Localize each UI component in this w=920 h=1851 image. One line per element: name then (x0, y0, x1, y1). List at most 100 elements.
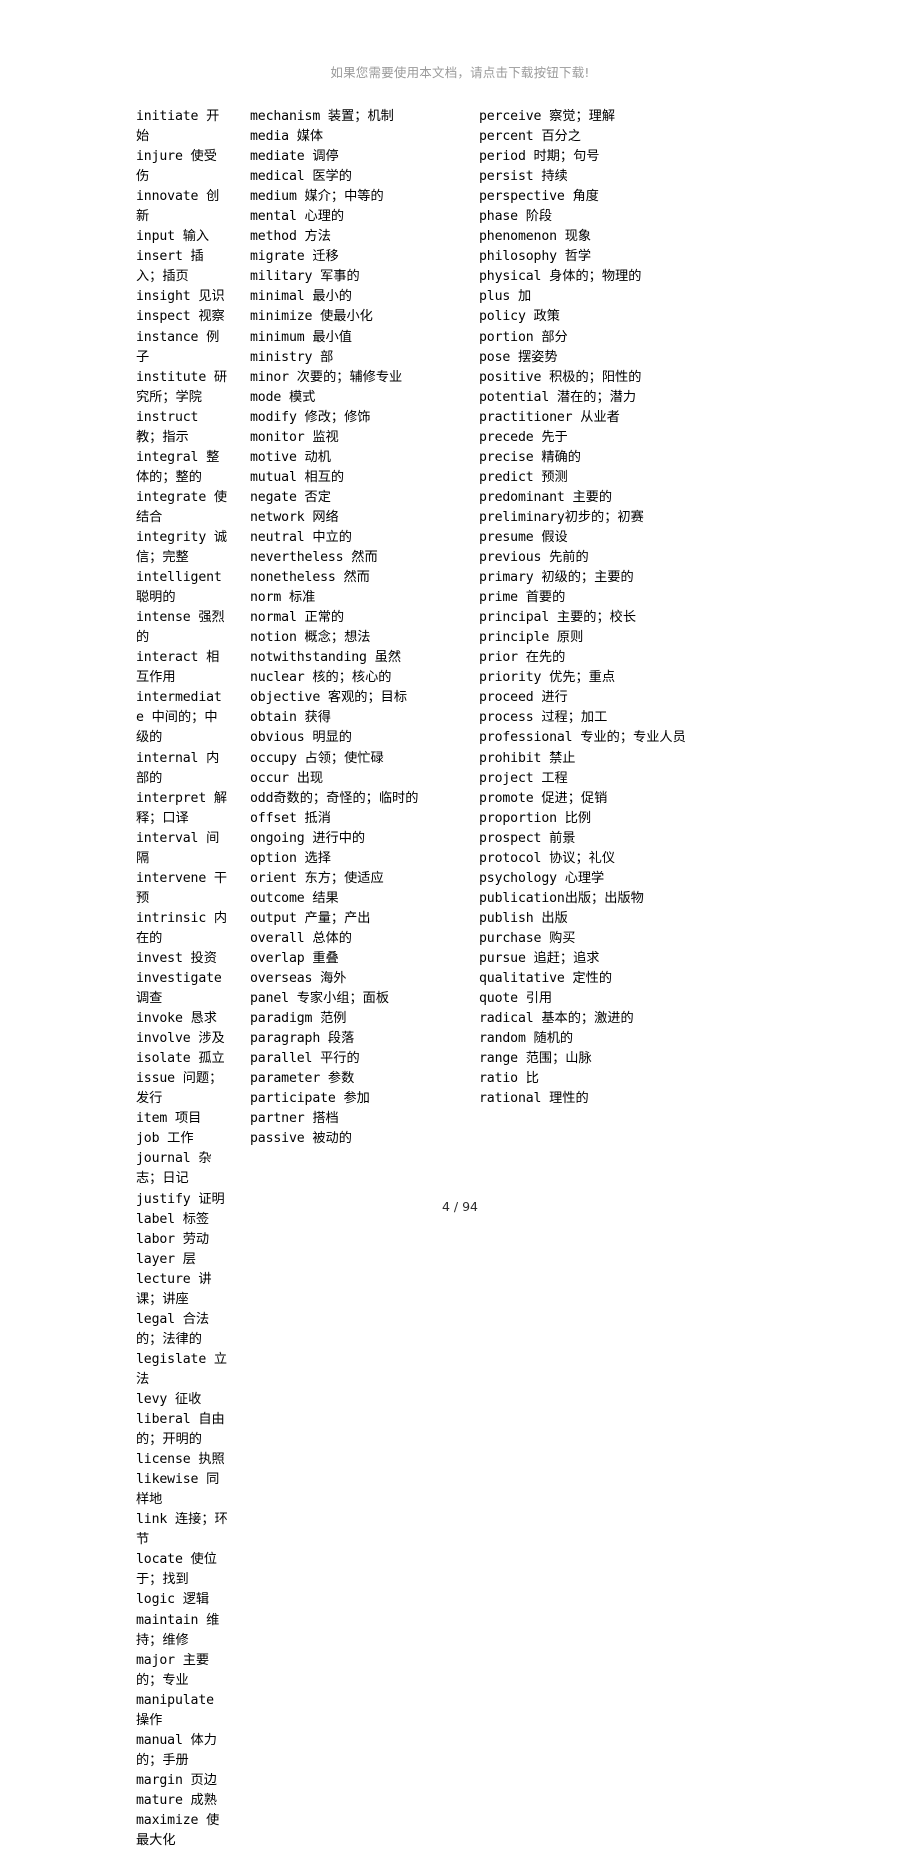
entry-definition: 预测 (541, 469, 568, 485)
entry-term: minimize (250, 309, 321, 325)
vocabulary-entry: military 军事的 (250, 267, 456, 287)
vocabulary-entry: potential 潜在的；潜力 (479, 388, 724, 408)
entry-definition: 初步的；初赛 (564, 509, 644, 525)
entry-definition: 心理的 (304, 209, 345, 225)
vocabulary-entry: initiate 开始 (136, 107, 228, 147)
vocabulary-entry: perspective 角度 (479, 187, 724, 207)
entry-definition: 监视 (312, 429, 339, 445)
vocabulary-entry: mutual 相互的 (250, 468, 456, 488)
entry-definition: 网络 (312, 509, 339, 525)
entry-term: rational (479, 1091, 550, 1107)
entry-definition: 层 (182, 1251, 196, 1267)
entry-term: paradigm (250, 1011, 321, 1027)
entry-term: motive (250, 449, 305, 465)
vocabulary-entry: mental 心理的 (250, 207, 456, 227)
vocabulary-entry: practitioner 从业者 (479, 408, 724, 428)
vocabulary-entry: outcome 结果 (250, 889, 456, 909)
entry-term: ministry (250, 349, 321, 365)
entry-definition: 调查 (136, 991, 163, 1007)
entry-term: major (136, 1652, 183, 1668)
vocabulary-entry: issue 问题；发行 (136, 1069, 228, 1109)
entry-definition: 专家小组；面板 (296, 991, 390, 1007)
entry-definition: 核的；核心的 (312, 670, 392, 686)
entry-definition: 成熟 (190, 1792, 217, 1808)
entry-term: military (250, 269, 321, 285)
entry-term: internal (136, 750, 207, 766)
entry-definition: 客观的；目标 (327, 690, 408, 706)
vocabulary-entry: overseas 海外 (250, 969, 456, 989)
vocabulary-entry: policy 政策 (479, 307, 724, 327)
entry-definition: 模式 (288, 389, 316, 405)
entry-definition: 参加 (343, 1091, 370, 1107)
entry-definition: 选择 (304, 850, 331, 866)
entry-term: prohibit (479, 750, 550, 766)
vocabulary-entry: manipulate 操作 (136, 1691, 228, 1731)
entry-term: journal (136, 1151, 199, 1167)
page-number: 4 / 94 (441, 1199, 479, 1214)
entry-term: network (250, 509, 313, 525)
entry-term: promote (479, 790, 542, 806)
vocabulary-entry: overlap 重叠 (250, 949, 456, 969)
vocabulary-entry: nevertheless 然而 (250, 548, 456, 568)
entry-term: participate (250, 1091, 344, 1107)
vocabulary-entry: pose 摆姿势 (479, 348, 724, 368)
entry-term: invest (136, 950, 191, 966)
entry-term: logic (136, 1592, 183, 1608)
entry-definition: 加 (517, 289, 532, 305)
vocabulary-entry: interval 间隔 (136, 829, 228, 869)
entry-term: nonetheless (250, 570, 344, 586)
entry-term: parallel (250, 1051, 321, 1067)
entry-term: qualitative (479, 971, 573, 987)
entry-definition: 购买 (549, 930, 576, 946)
entry-definition: 搭档 (312, 1111, 339, 1127)
entry-definition: 现象 (564, 229, 592, 245)
entry-definition: 教；指示 (136, 429, 189, 445)
entry-term: output (250, 910, 305, 926)
entry-term: layer (136, 1251, 183, 1267)
vocabulary-entry: notion 概念；想法 (250, 628, 456, 648)
vocabulary-entry: monitor 监视 (250, 428, 456, 448)
vocabulary-entry: involve 涉及 (136, 1029, 228, 1049)
entry-term: manipulate (136, 1692, 214, 1708)
entry-definition: 调停 (312, 149, 339, 165)
entry-term: locate (136, 1552, 191, 1568)
entry-definition: 重叠 (312, 950, 339, 966)
entry-definition: 段落 (327, 1031, 355, 1047)
entry-term: overall (250, 930, 313, 946)
entry-definition: 从业者 (580, 409, 620, 425)
entry-definition: 见识 (198, 289, 225, 305)
vocabulary-entry: phenomenon 现象 (479, 227, 724, 247)
vocabulary-entry: prospect 前景 (479, 829, 724, 849)
vocabulary-entry: publication出版；出版物 (479, 889, 724, 909)
entry-term: involve (136, 1031, 199, 1047)
entry-term: protocol (479, 850, 550, 866)
entry-term: prior (479, 650, 526, 666)
entry-term: obvious (250, 730, 313, 746)
entry-definition: 海外 (320, 971, 347, 987)
entry-definition: 摆姿势 (517, 349, 558, 365)
entry-definition: 出版；出版物 (564, 890, 644, 906)
entry-definition: 孤立 (198, 1051, 225, 1067)
entry-term: media (250, 129, 297, 145)
vocabulary-entry: presume 假设 (479, 528, 724, 548)
entry-term: injure (136, 149, 191, 165)
vocabulary-entry: investigate 调查 (136, 969, 228, 1009)
entry-definition: 引用 (525, 991, 553, 1007)
entry-term: predict (479, 469, 542, 485)
entry-definition: 积极的；阳性的 (549, 369, 642, 385)
entry-term: practitioner (479, 409, 581, 425)
entry-term: phase (479, 209, 526, 225)
vocabulary-column-2: mechanism 装置；机制 media 媒体 mediate 调停 medical… (228, 107, 456, 1149)
entry-term: integrity (136, 529, 214, 545)
entry-definition: 促进；促销 (541, 790, 608, 806)
vocabulary-entry: range 范围；山脉 (479, 1049, 724, 1069)
entry-definition: 角度 (572, 189, 599, 205)
entry-term: norm (250, 590, 289, 606)
entry-term: institute (136, 369, 214, 385)
vocabulary-entry: minor 次要的；辅修专业 (250, 368, 456, 388)
vocabulary-entry: input 输入 (136, 227, 228, 247)
entry-term: predominant (479, 489, 573, 505)
entry-term: proceed (479, 690, 542, 706)
entry-definition: 然而 (343, 570, 370, 586)
entry-definition: 抵消 (304, 810, 331, 826)
